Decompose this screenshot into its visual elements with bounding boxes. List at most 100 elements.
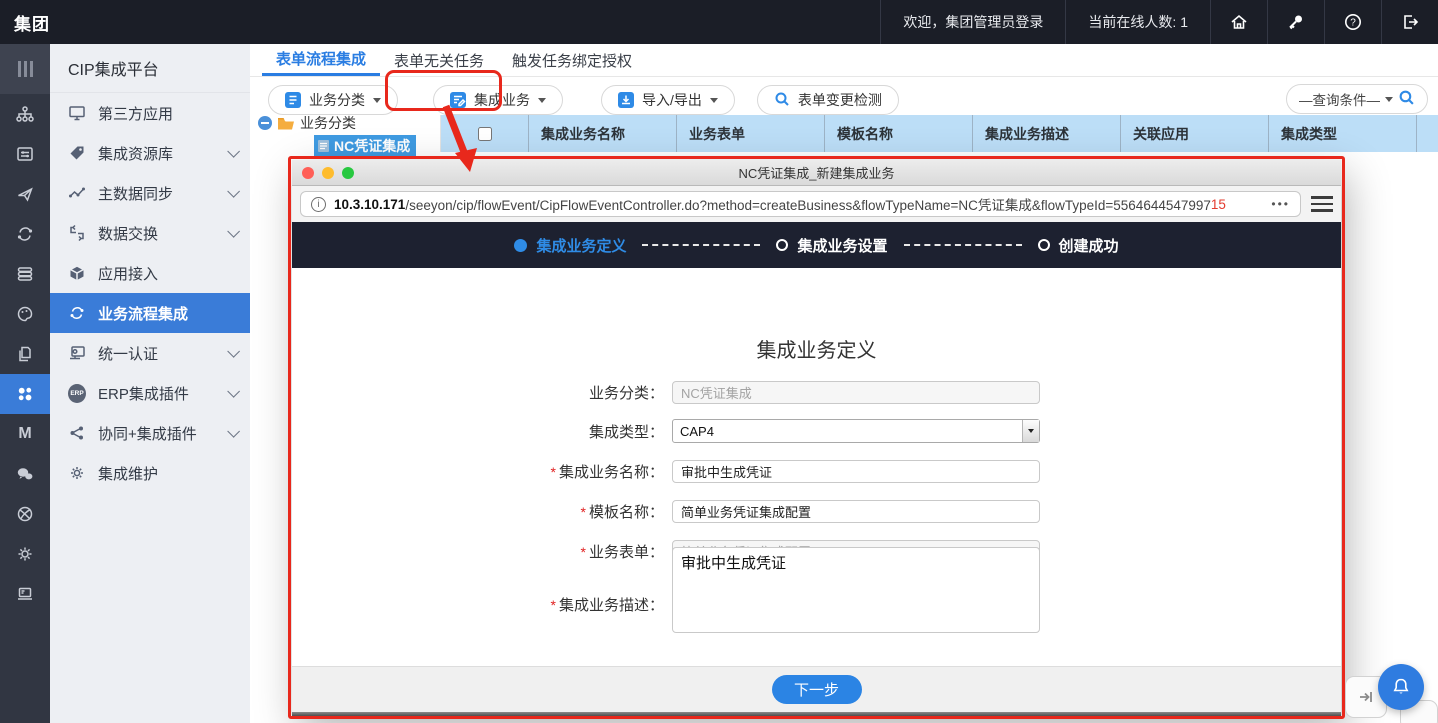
sidebar-item-data-exchange[interactable]: 数据交换 [50, 213, 250, 253]
help-icon: ? [1343, 12, 1363, 32]
gear-icon [68, 464, 86, 482]
gear-icon[interactable] [0, 534, 50, 574]
palette-icon[interactable] [0, 294, 50, 334]
tree-node-root[interactable]: 业务分类 [258, 114, 438, 132]
import-export-button[interactable]: 导入/导出 [601, 85, 735, 115]
chevron-down-icon [227, 385, 240, 398]
monitor-icon [68, 104, 86, 122]
window-controls [302, 167, 354, 179]
table-header: 集成业务名称 业务表单 模板名称 集成业务描述 关联应用 集成类型 [440, 115, 1438, 152]
logout-button[interactable] [1381, 0, 1438, 44]
sync-loop-icon[interactable] [0, 214, 50, 254]
tab-form-unrelated-tasks[interactable]: 表单无关任务 [380, 44, 498, 76]
sidebar-item-collab-plugin[interactable]: 协同+集成插件 [50, 413, 250, 453]
sidebar-item-label: 主数据同步 [98, 183, 173, 204]
integration-business-button[interactable]: 集成业务 [433, 85, 563, 115]
database-stack-icon[interactable] [0, 254, 50, 294]
column-header[interactable]: 模板名称 [824, 115, 972, 152]
select-all-cell [441, 127, 528, 141]
tab-bar: 表单流程集成 表单无关任务 触发任务绑定授权 [250, 44, 1438, 77]
erp-badge-icon: ERP [68, 384, 86, 402]
column-header[interactable]: 业务表单 [676, 115, 824, 152]
tab-form-process-integration[interactable]: 表单流程集成 [262, 44, 380, 76]
dialog-titlebar[interactable]: NC凭证集成_新建集成业务 [292, 160, 1341, 186]
settings-panel-icon[interactable] [0, 134, 50, 174]
template-name-input[interactable] [672, 500, 1040, 523]
sidebar-item-erp-plugin[interactable]: ERP ERP集成插件 [50, 373, 250, 413]
wizard-stepper: 集成业务定义 集成业务设置 创建成功 [292, 222, 1341, 268]
business-description-textarea[interactable]: 审批中生成凭证 [672, 547, 1040, 633]
chevron-down-icon [227, 185, 240, 198]
column-header[interactable]: 集成类型 [1268, 115, 1416, 152]
app-window: 集团 欢迎，集团管理员登录 当前在线人数: 1 ? [0, 0, 1438, 723]
query-condition-select[interactable]: —查询条件— [1286, 84, 1428, 114]
terminal-icon[interactable] [0, 574, 50, 614]
column-header[interactable]: 集成业务名称 [528, 115, 676, 152]
button-label: 表单变更检测 [798, 90, 882, 110]
sidebar-item-master-data-sync[interactable]: 主数据同步 [50, 173, 250, 213]
form-change-detect-button[interactable]: 表单变更检测 [757, 85, 899, 115]
app-logo: 集团 [0, 10, 50, 35]
home-icon [1229, 12, 1249, 32]
tree-node-selected[interactable]: NC凭证集成 [314, 135, 416, 158]
column-header[interactable]: 集成业务描述 [972, 115, 1120, 152]
integration-type-select[interactable]: CAP4 [672, 419, 1040, 443]
zoom-window-button[interactable] [342, 167, 354, 179]
rail-collapse-button[interactable] [0, 44, 50, 94]
tree-node-label: NC凭证集成 [334, 136, 410, 156]
dialog-footer: 下一步 [292, 666, 1341, 712]
sidebar-item-app-access[interactable]: 应用接入 [50, 253, 250, 293]
select-dropdown-button[interactable] [1022, 420, 1039, 442]
sidebar-item-label: 协同+集成插件 [98, 423, 197, 444]
url-overflow-ellipsis[interactable]: ••• [1263, 197, 1290, 211]
step-connector [904, 244, 1022, 246]
org-chart-icon[interactable] [0, 94, 50, 134]
doc-list-icon [285, 92, 301, 108]
close-window-button[interactable] [302, 167, 314, 179]
step-label: 集成业务定义 [536, 235, 626, 256]
sidebar-item-third-party-apps[interactable]: 第三方应用 [50, 93, 250, 133]
step-dot-idle [776, 239, 788, 251]
tab-trigger-task-auth[interactable]: 触发任务绑定授权 [498, 44, 646, 76]
step-dot-idle [1038, 239, 1050, 251]
send-icon[interactable] [0, 174, 50, 214]
file-icon [317, 139, 330, 153]
copy-pages-icon[interactable] [0, 334, 50, 374]
category-tree: 业务分类 NC凭证集成 [258, 114, 438, 158]
home-button[interactable] [1210, 0, 1267, 44]
chevron-down-icon [227, 225, 240, 238]
field-label: 业务分类： [589, 382, 664, 403]
sidebar-title: CIP集成平台 [50, 44, 250, 93]
caret-down-icon [373, 98, 381, 103]
sidebar-item-unified-auth[interactable]: 统一认证 [50, 333, 250, 373]
letter-m-icon[interactable]: M [0, 414, 50, 454]
help-button[interactable]: ? [1324, 0, 1381, 44]
apps-grid-icon[interactable] [0, 374, 50, 414]
search-icon [774, 91, 790, 110]
address-bar[interactable]: i 10.3.10.171/seeyon/cip/flowEvent/CipFl… [300, 191, 1301, 217]
exchange-icon [68, 224, 86, 242]
minimize-window-button[interactable] [322, 167, 334, 179]
column-header[interactable]: 关联应用 [1120, 115, 1268, 152]
chevron-down-icon [227, 345, 240, 358]
form-title: 集成业务定义 [292, 334, 1341, 363]
flow-loop-icon [68, 304, 86, 322]
sidebar-item-maintenance[interactable]: 集成维护 [50, 453, 250, 493]
sidebar-item-business-process-integration[interactable]: 业务流程集成 [50, 293, 250, 333]
line-chart-icon [68, 184, 86, 202]
search-icon[interactable] [1398, 89, 1415, 109]
next-step-button[interactable]: 下一步 [772, 675, 862, 704]
wechat-icon[interactable] [0, 454, 50, 494]
select-all-checkbox[interactable] [478, 127, 492, 141]
logout-icon [1400, 12, 1420, 32]
notification-bell-button[interactable] [1378, 664, 1424, 710]
business-category-button[interactable]: 业务分类 [268, 85, 398, 115]
password-button[interactable] [1267, 0, 1324, 44]
sphere-icon[interactable] [0, 494, 50, 534]
step-label: 集成业务设置 [797, 235, 887, 256]
collapse-node-icon[interactable] [258, 116, 272, 130]
sidebar-item-resource-library[interactable]: 集成资源库 [50, 133, 250, 173]
site-info-icon[interactable]: i [311, 197, 326, 212]
business-name-input[interactable] [672, 460, 1040, 483]
browser-menu-button[interactable] [1311, 196, 1333, 211]
